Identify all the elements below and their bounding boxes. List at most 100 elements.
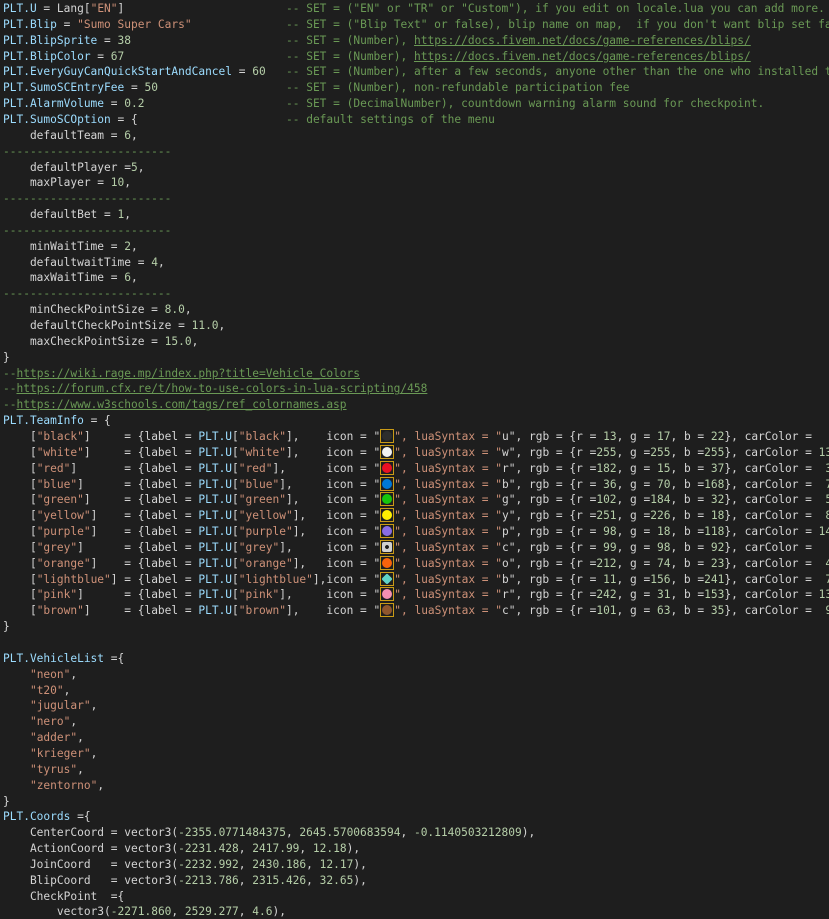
code-comment: -- SET = (Number), after a few seconds, … — [286, 65, 829, 79]
code-text[interactable]: --https://www.w3schools.com/tags/ref_col… — [3, 398, 347, 411]
code-text: "krieger", — [29, 746, 98, 760]
gear-icon — [380, 539, 395, 554]
code-line: } — [3, 794, 10, 810]
team-info-row: ["brown"] = {label = PLT.U["brown"], ico… — [3, 603, 829, 619]
code-line: defaultCheckPointSize = 11.0, — [3, 318, 225, 334]
code-text: ["yellow"] = {label = PLT.U["yellow"], i… — [3, 509, 381, 523]
code-text: defaultwaitTime = 4, — [3, 255, 165, 269]
team-info-rest: ", luaSyntax = "b", rgb = {r = 36, g = 7… — [394, 477, 829, 491]
code-text: ------------------------- — [3, 223, 172, 237]
code-text: defaultCheckPointSize = 11.0, — [3, 319, 226, 332]
doc-link[interactable]: https://docs.fivem.net/docs/game-referen… — [414, 34, 751, 47]
team-info-row: ["black"] = {label = PLT.U["black"], ico… — [3, 428, 829, 445]
code-text: JoinCoord = vector3(-2232.992, 2430.186,… — [3, 857, 367, 871]
coords-line: vector3(-2271.860, 2529.277, 4.6), — [3, 904, 286, 919]
coords-line: BlipCoord = vector3(-2213.786, 2315.426,… — [3, 873, 367, 889]
code-text: "zentorno", — [29, 778, 105, 792]
code-line: PLT.TeamInfo = { — [3, 413, 111, 429]
black-circle-icon — [380, 428, 395, 443]
code-line: defaultwaitTime = 4, — [3, 255, 165, 271]
code-text: ["brown"] = {label = PLT.U["brown"], ico… — [3, 604, 381, 618]
link-comment-line: --https://www.w3schools.com/tags/ref_col… — [3, 397, 347, 413]
code-text[interactable]: --https://wiki.rage.mp/index.php?title=V… — [3, 367, 360, 380]
code-text: defaultBet = 1, — [3, 208, 132, 222]
code-text[interactable]: --https://forum.cfx.re/t/how-to-use-colo… — [3, 382, 427, 395]
white-circle-icon — [380, 444, 395, 459]
code-line: minWaitTime = 2, — [3, 239, 138, 255]
team-info-rest: ", luaSyntax = "p", rgb = {r = 98, g = 1… — [394, 525, 829, 539]
vehicle-list-item: "adder", — [3, 730, 84, 746]
code-text: CenterCoord = vector3(-2355.0771484375, … — [3, 826, 536, 840]
code-comment: -- SET = (Number), https://docs.fivem.ne… — [286, 33, 751, 47]
code-text: PLT.BlipColor = 67 — [3, 49, 125, 63]
team-info-row: ["orange"] = {label = PLT.U["orange"], i… — [3, 555, 829, 572]
coords-line: CheckPoint ={ — [3, 889, 124, 905]
code-text: PLT.BlipSprite = 38 — [3, 33, 131, 47]
vehicle-list-item: "nero", — [3, 714, 77, 730]
code-text: PLT.VehicleList ={ — [3, 651, 125, 665]
doc-link[interactable]: https://docs.fivem.net/docs/game-referen… — [414, 50, 751, 63]
code-comment: -- SET = (Number), https://docs.fivem.ne… — [286, 49, 751, 63]
code-text: ["orange"] = {label = PLT.U["orange"], i… — [3, 556, 381, 570]
team-info-row: ["yellow"] = {label = PLT.U["yellow"], i… — [3, 508, 829, 524]
code-line: defaultTeam = 6, — [3, 128, 138, 144]
code-line: PLT.SumoSCEntryFee = 50 — [3, 80, 158, 96]
code-text: ["green"] = {label = PLT.U["green"], ico… — [3, 493, 381, 507]
team-info-row: ["purple"] = {label = PLT.U["purple"], i… — [3, 524, 829, 540]
code-line: PLT.Blip = "Sumo Super Cars" — [3, 17, 192, 33]
code-comment: -- SET = ("Blip Text" or false), blip na… — [286, 17, 829, 31]
code-text: ActionCoord = vector3(-2231.428, 2417.99… — [3, 842, 361, 856]
code-text: maxCheckPointSize = 15.0, — [3, 334, 199, 348]
code-text: ------------------------- — [3, 287, 172, 301]
code-text: ["white"] = {label = PLT.U["white"], ico… — [3, 445, 381, 459]
coords-line: PLT.Coords ={ — [3, 809, 91, 825]
code-text: maxPlayer = 10, — [3, 176, 132, 190]
code-text: ------------------------- — [3, 192, 172, 206]
team-info-rest: ", luaSyntax = "c", rgb = {r = 99, g = 9… — [394, 540, 829, 554]
team-info-row: ["lightblue"] = {label = PLT.U["lightblu… — [3, 571, 829, 588]
code-text: BlipCoord = vector3(-2213.786, 2315.426,… — [3, 873, 367, 887]
code-text: defaultTeam = 6, — [3, 128, 138, 142]
code-text: CheckPoint ={ — [3, 889, 125, 903]
code-line: PLT.SumoSCOption = { — [3, 112, 138, 128]
team-info-rest: ", luaSyntax = "r", rgb = {r =182, g = 1… — [394, 461, 829, 475]
code-editor[interactable]: PLT.U = Lang["EN"] -- SET = ("EN" or "TR"… — [0, 0, 829, 919]
vehicle-list-item: "t20", — [3, 683, 70, 699]
coords-line: CenterCoord = vector3(-2355.0771484375, … — [3, 825, 535, 841]
diamond-icon — [380, 571, 395, 586]
code-line: PLT.VehicleList ={ — [3, 651, 124, 667]
code-line: maxWaitTime = 6, — [3, 270, 138, 286]
team-info-rest: ", luaSyntax = "u", rgb = {r = 13, g = 1… — [394, 429, 829, 443]
team-info-row: ["blue"] = {label = PLT.U["blue"], icon … — [3, 476, 829, 493]
code-line: PLT.BlipSprite = 38 — [3, 33, 131, 49]
code-text: PLT.Coords ={ — [3, 810, 91, 824]
team-info-rest: ", luaSyntax = "c", rgb = {r =101, g = 6… — [394, 604, 829, 618]
code-comment: -- SET = (Number), non-refundable partic… — [286, 81, 630, 95]
code-text: "t20", — [29, 683, 71, 697]
code-text: PLT.SumoSCEntryFee = 50 — [3, 81, 158, 95]
orange-circle-icon — [380, 555, 395, 570]
vehicle-list-item: "tyrus", — [3, 762, 84, 778]
code-text: ["pink"] = {label = PLT.U["pink"], icon … — [3, 588, 381, 602]
link-comment-line: --https://forum.cfx.re/t/how-to-use-colo… — [3, 381, 427, 397]
team-info-rest: ", luaSyntax = "w", rgb = {r =255, g =25… — [394, 445, 829, 459]
code-text: minWaitTime = 2, — [3, 239, 138, 253]
purple-circle-icon — [380, 524, 395, 539]
code-line: ------------------------- — [3, 191, 171, 207]
code-text: ["black"] = {label = PLT.U["black"], ico… — [3, 429, 381, 443]
team-info-row: ["grey"] = {label = PLT.U["grey"], icon … — [3, 539, 829, 556]
code-text: ["purple"] = {label = PLT.U["purple"], i… — [3, 525, 381, 539]
code-line: maxPlayer = 10, — [3, 175, 131, 191]
code-text: "nero", — [29, 715, 78, 729]
code-line: PLT.EveryGuyCanQuickStartAndCancel = 60 — [3, 64, 266, 80]
code-text: PLT.U = Lang["EN"] — [3, 2, 125, 15]
code-text: PLT.AlarmVolume = 0.2 — [3, 97, 145, 111]
code-text: "adder", — [29, 731, 84, 745]
code-line: defaultBet = 1, — [3, 207, 131, 223]
code-comment: -- default settings of the menu — [286, 112, 495, 126]
vehicle-list-item: "jugular", — [3, 698, 97, 714]
team-info-row: ["green"] = {label = PLT.U["green"], ico… — [3, 492, 829, 508]
team-info-row: ["pink"] = {label = PLT.U["pink"], icon … — [3, 587, 829, 603]
blue-circle-icon — [380, 476, 395, 491]
code-text: } — [3, 350, 10, 364]
